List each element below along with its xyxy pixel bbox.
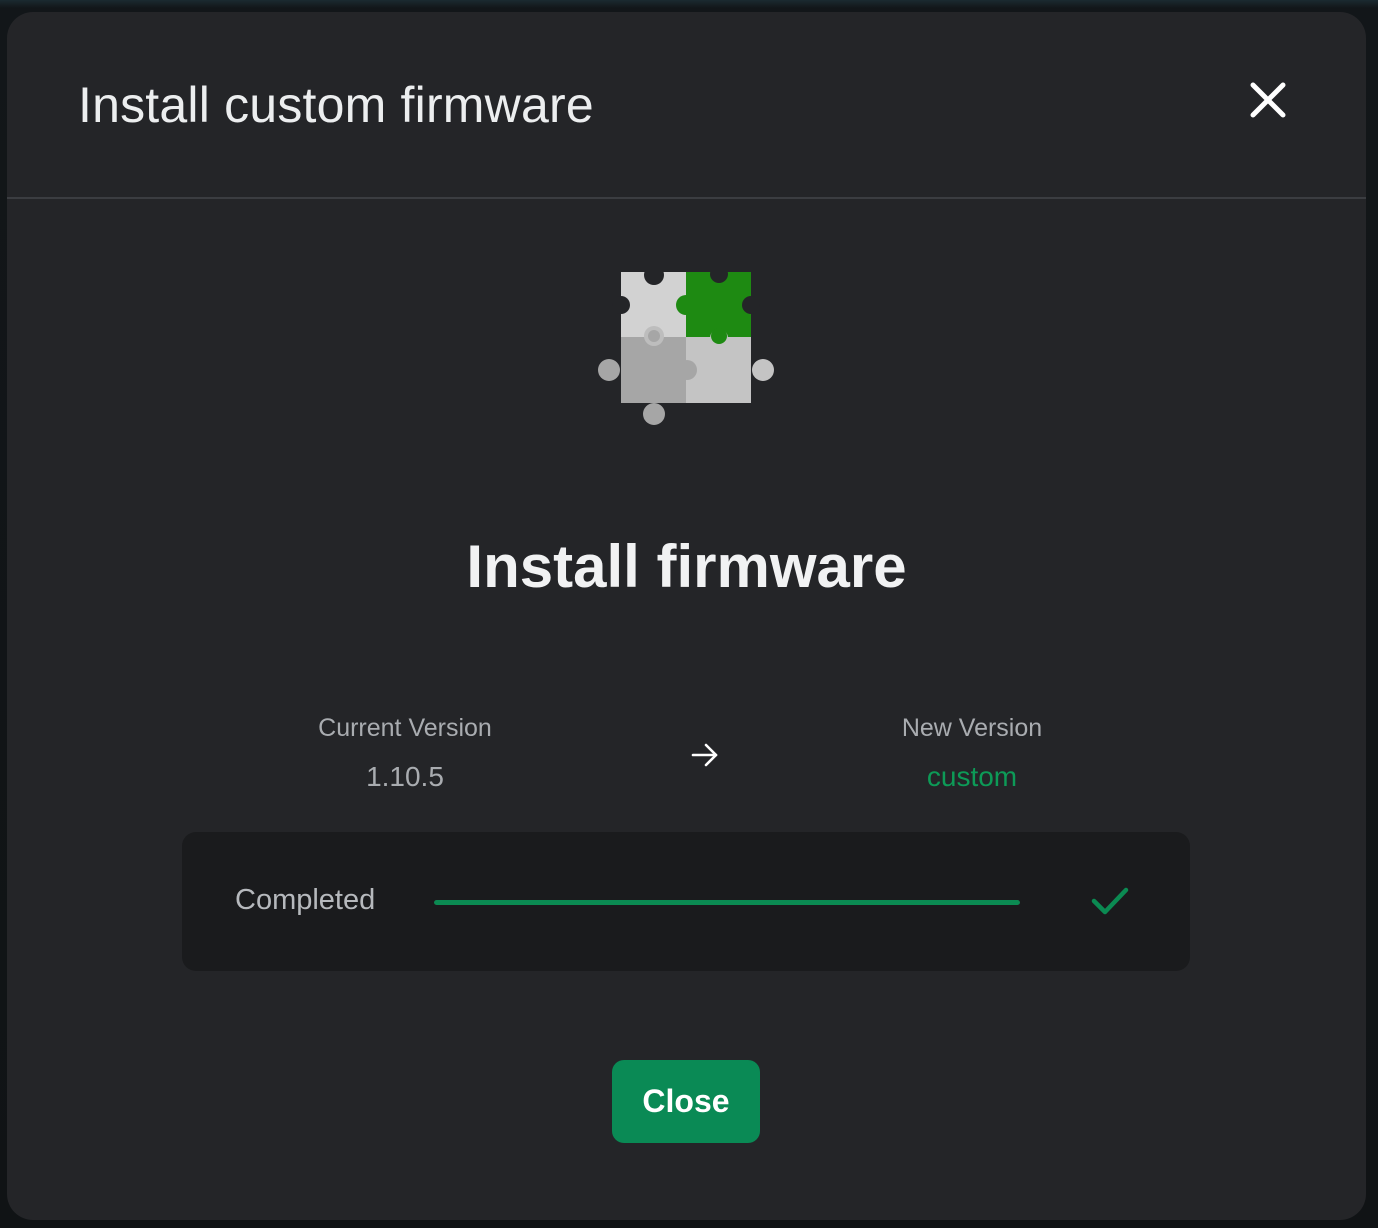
dialog-title: Install custom firmware — [78, 77, 594, 133]
current-version-label: Current Version — [318, 714, 492, 742]
close-button[interactable]: Close — [612, 1060, 760, 1143]
dialog-header: Install custom firmware — [7, 12, 1366, 199]
new-version-label: New Version — [901, 714, 1043, 742]
puzzle-pieces-icon — [596, 265, 776, 430]
progress-fill — [434, 900, 1020, 905]
current-version: Current Version 1.10.5 — [255, 714, 555, 793]
arrow-right-icon — [690, 740, 720, 770]
close-icon[interactable] — [1244, 76, 1292, 124]
checkmark-icon — [1090, 884, 1130, 918]
install-firmware-dialog: Install custom firmware Install firmware… — [7, 12, 1366, 1220]
new-version: New Version custom — [822, 714, 1122, 793]
progress-panel: Completed — [182, 832, 1190, 971]
new-version-value: custom — [926, 761, 1018, 792]
progress-bar — [434, 900, 1020, 905]
progress-status: Completed — [235, 884, 376, 916]
current-version-value: 1.10.5 — [366, 761, 444, 792]
dialog-heading: Install firmware — [466, 533, 907, 600]
